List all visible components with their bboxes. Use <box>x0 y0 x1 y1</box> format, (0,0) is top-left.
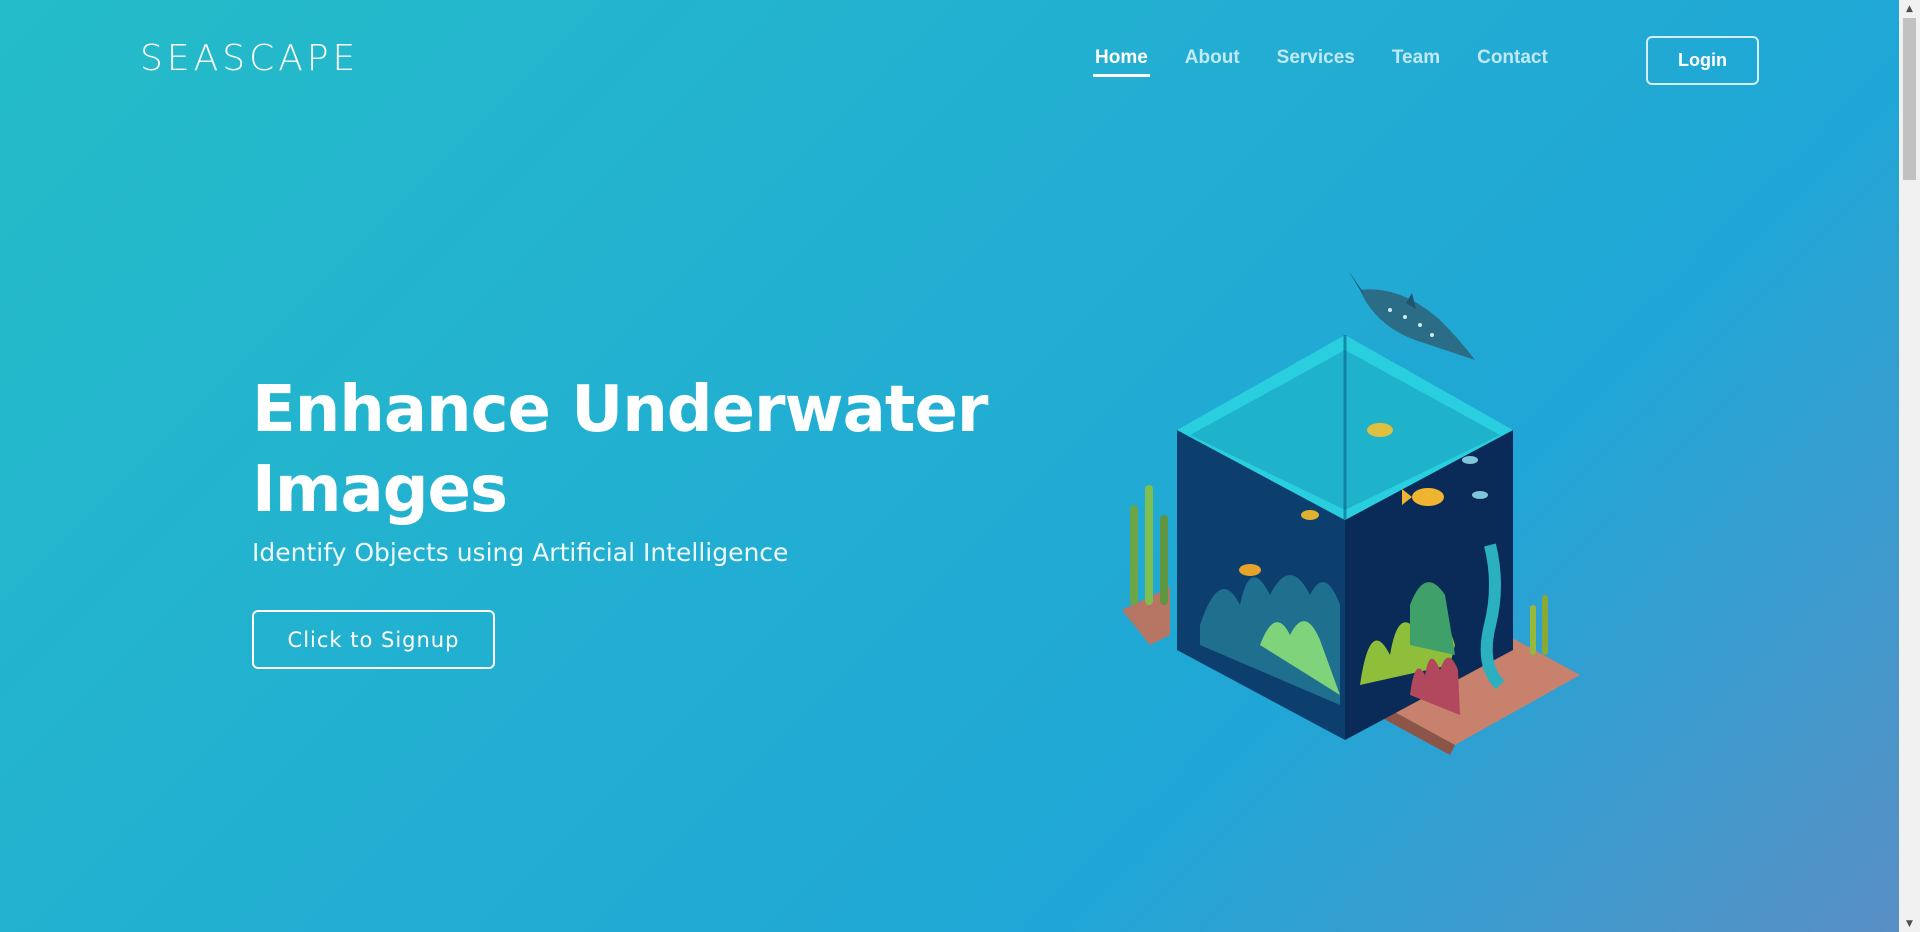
scrollbar-thumb[interactable] <box>1903 18 1916 180</box>
nav-link-contact[interactable]: Contact <box>1477 47 1548 77</box>
hero-title-line1: Enhance Underwater <box>252 373 988 447</box>
brand-logo[interactable]: SEASCAPE <box>140 38 359 79</box>
aquarium-cube-illustration <box>1122 270 1580 755</box>
login-button[interactable]: Login <box>1646 36 1759 85</box>
hero-subtitle: Identify Objects using Artificial Intell… <box>252 538 789 567</box>
nav-links: Home About Services Team Contact <box>1093 47 1548 77</box>
nav-link-team[interactable]: Team <box>1392 47 1440 77</box>
nav-link-services[interactable]: Services <box>1277 47 1355 77</box>
nav-link-about[interactable]: About <box>1185 47 1240 77</box>
hero-title-line2: Images <box>252 453 508 527</box>
navbar: SEASCAPE Home About Services Team Contac… <box>0 0 1899 120</box>
scroll-down-arrow-icon[interactable]: ▼ <box>1899 915 1920 932</box>
nav-link-home[interactable]: Home <box>1093 47 1150 77</box>
scroll-up-arrow-icon[interactable]: ▲ <box>1899 0 1920 17</box>
page-scrollbar[interactable]: ▲ ▼ <box>1899 0 1920 932</box>
hero-title: Enhance Underwater Images <box>252 370 1032 530</box>
page: SEASCAPE Home About Services Team Contac… <box>0 0 1899 932</box>
signup-button[interactable]: Click to Signup <box>252 610 495 669</box>
